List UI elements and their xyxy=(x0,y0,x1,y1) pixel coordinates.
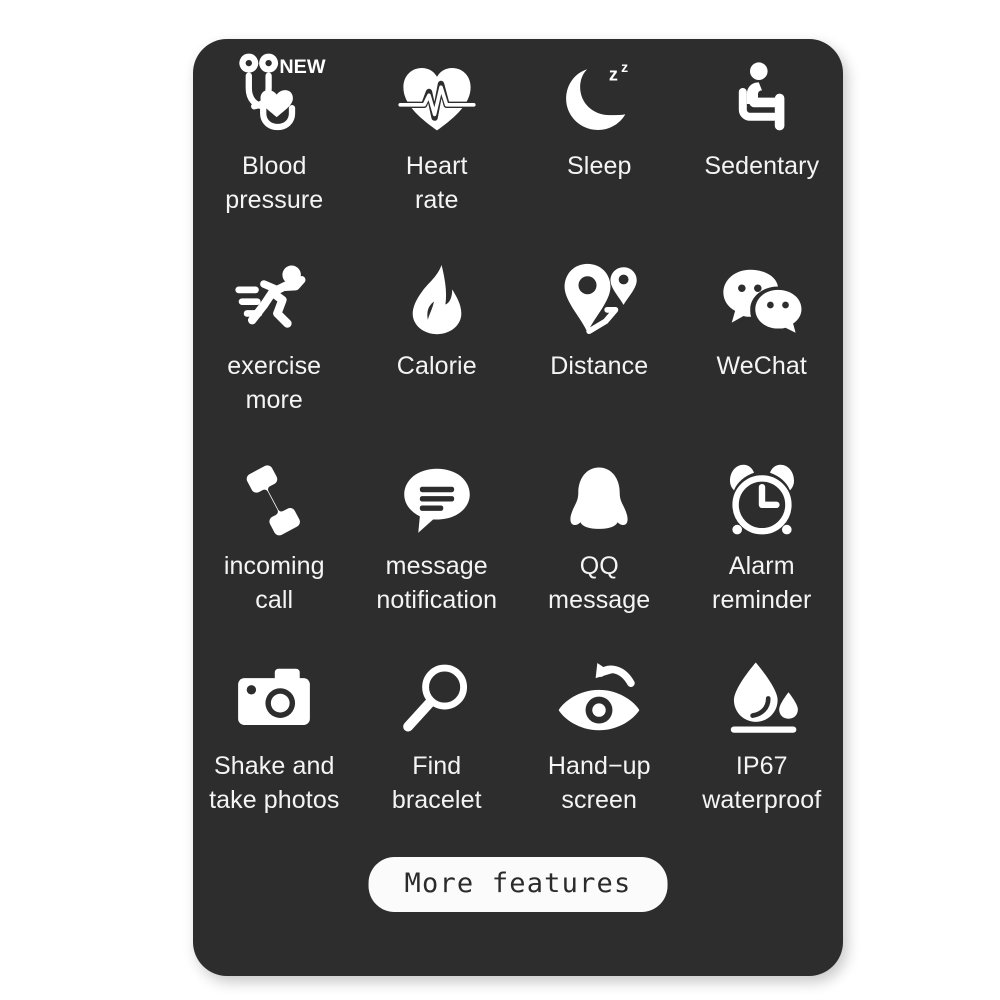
feature-label: Heart rate xyxy=(405,152,468,214)
magnifier-icon xyxy=(394,657,480,743)
phone-handset-icon xyxy=(231,457,317,543)
feature-label: Shake and take photos xyxy=(209,752,340,814)
feature-label: Distance xyxy=(550,352,649,380)
feature-label: exercise more xyxy=(227,352,322,414)
feature-item-heart-rate[interactable]: Heart rate xyxy=(356,39,519,239)
feature-item-exercise-more[interactable]: exercise more xyxy=(193,239,356,439)
moon-zzz-icon: z z xyxy=(556,57,642,143)
feature-item-qq-message[interactable]: QQ message xyxy=(518,439,681,639)
feature-label: Hand−up screen xyxy=(547,752,651,814)
svg-text:NEW: NEW xyxy=(280,56,326,78)
feature-item-calorie[interactable]: Calorie xyxy=(356,239,519,439)
feature-label: WeChat xyxy=(716,352,807,380)
svg-text:z: z xyxy=(621,59,628,75)
feature-item-ip67-waterproof[interactable]: IP67 waterproof xyxy=(681,639,844,839)
camera-icon xyxy=(231,657,317,743)
feature-item-shake-and-take-photos[interactable]: Shake and take photos xyxy=(193,639,356,839)
flame-icon xyxy=(394,257,480,343)
feature-label: Blood pressure xyxy=(225,152,324,214)
water-drop-icon xyxy=(719,657,805,743)
more-features-button[interactable]: More features xyxy=(368,857,668,912)
feature-label: Sedentary xyxy=(704,152,820,180)
feature-item-sleep[interactable]: z z Sleep xyxy=(518,39,681,239)
feature-label: Sleep xyxy=(567,152,632,180)
feature-item-incoming-call[interactable]: incoming call xyxy=(193,439,356,639)
speech-bubble-lines-icon xyxy=(394,457,480,543)
feature-label: Find bracelet xyxy=(391,752,482,814)
feature-label: Calorie xyxy=(396,352,477,380)
feature-label: Alarm reminder xyxy=(712,552,812,614)
feature-label: IP67 waterproof xyxy=(702,752,822,814)
alarm-clock-icon xyxy=(719,457,805,543)
running-person-icon xyxy=(231,257,317,343)
feature-item-wechat[interactable]: WeChat xyxy=(681,239,844,439)
stethoscope-heart-icon: NEW xyxy=(231,53,326,143)
feature-label: message notification xyxy=(376,552,498,614)
feature-item-blood-pressure[interactable]: NEW Blood pressure xyxy=(193,39,356,239)
page-root: NEW Blood pressure Heart rate z z Sleep … xyxy=(0,0,1000,1000)
feature-label: incoming call xyxy=(223,552,325,614)
eye-arrow-icon xyxy=(556,657,642,743)
feature-item-sedentary[interactable]: Sedentary xyxy=(681,39,844,239)
feature-item-distance[interactable]: Distance xyxy=(518,239,681,439)
feature-item-message-notification[interactable]: message notification xyxy=(356,439,519,639)
feature-item-find-bracelet[interactable]: Find bracelet xyxy=(356,639,519,839)
feature-grid: NEW Blood pressure Heart rate z z Sleep … xyxy=(193,39,843,839)
qq-penguin-icon xyxy=(556,457,642,543)
feature-label: QQ message xyxy=(548,552,651,614)
heart-pulse-icon xyxy=(394,57,480,143)
feature-item-alarm-reminder[interactable]: Alarm reminder xyxy=(681,439,844,639)
svg-text:z: z xyxy=(609,64,618,84)
wechat-bubbles-icon xyxy=(719,257,805,343)
feature-item-hand-up-screen[interactable]: Hand−up screen xyxy=(518,639,681,839)
sitting-person-icon xyxy=(719,57,805,143)
map-pin-route-icon xyxy=(556,257,642,343)
feature-card: NEW Blood pressure Heart rate z z Sleep … xyxy=(193,39,843,976)
